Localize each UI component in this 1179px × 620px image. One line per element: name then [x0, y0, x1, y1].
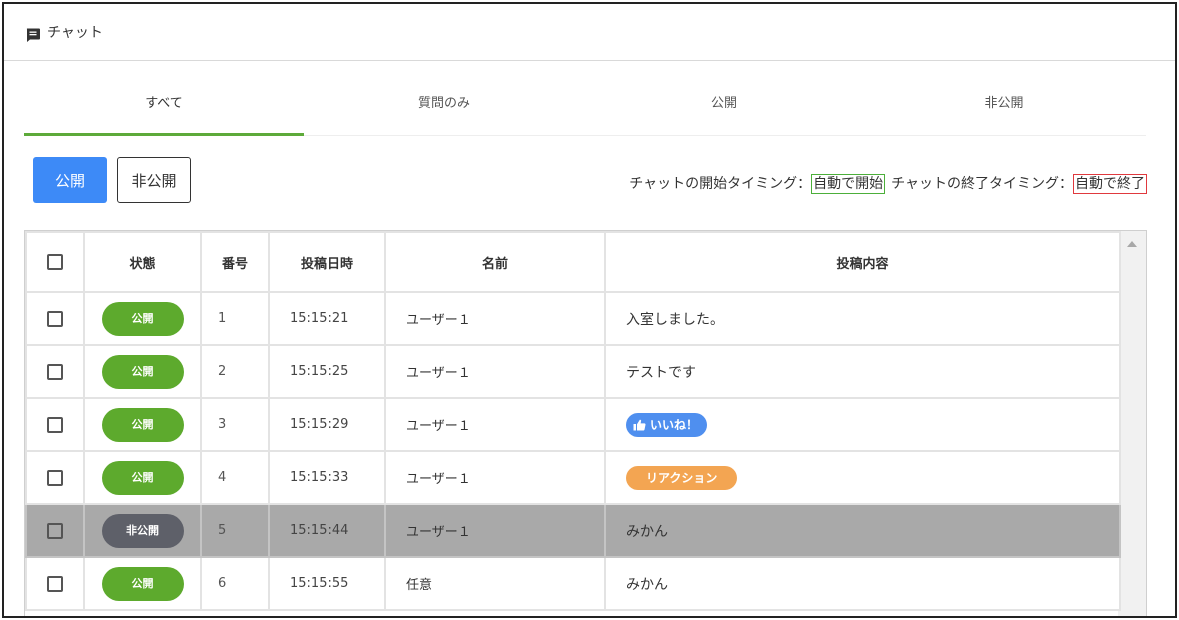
select-all-cell [25, 231, 85, 293]
time-cell: 15:15:21 [268, 291, 386, 346]
column-header-name[interactable]: 名前 [384, 231, 606, 293]
row-checkbox[interactable] [47, 416, 63, 433]
number-cell: 1 [200, 291, 270, 346]
status-toggle-button[interactable]: 非公開 [101, 513, 184, 548]
reaction-badge: リアクション [626, 465, 738, 490]
content-cell: いいね！ [604, 397, 1121, 452]
name-cell: ユーザー１ [384, 344, 606, 399]
scroll-up-arrow-icon[interactable] [1127, 241, 1137, 247]
tab-private[interactable]: 非公開 [864, 82, 1144, 136]
make-public-button[interactable]: 公開 [33, 157, 107, 203]
time-cell: 15:15:25 [268, 344, 386, 399]
state-cell: 非公開 [83, 503, 202, 558]
content-cell: みかん [604, 556, 1121, 611]
row-checkbox[interactable] [47, 522, 63, 539]
table-row[interactable]: 公開 2 15:15:25 ユーザー１ テストです [25, 344, 1121, 399]
number-cell: 5 [200, 503, 270, 558]
content-cell: 入室しました。 [604, 291, 1121, 346]
number-cell: 4 [200, 450, 270, 505]
row-select-cell [25, 450, 85, 505]
message-text: みかん [626, 523, 668, 540]
table-row[interactable]: 公開 1 15:15:21 ユーザー１ 入室しました。 [25, 291, 1121, 346]
name-cell: ユーザー１ [384, 503, 606, 558]
table-row[interactable]: 公開 3 15:15:29 ユーザー１ いいね！ [25, 397, 1121, 452]
panel-header: チャット [4, 4, 1175, 61]
row-select-cell [25, 503, 85, 558]
number-cell: 2 [200, 344, 270, 399]
panel-title: チャット [47, 25, 103, 41]
timing-info: チャットの開始タイミング： 自動で開始 チャットの終了タイミング： 自動で終了 [629, 172, 1147, 196]
row-checkbox[interactable] [47, 575, 63, 592]
start-timing-label: チャットの開始タイミング： [629, 176, 812, 192]
row-select-cell [25, 556, 85, 611]
state-cell: 公開 [83, 344, 202, 399]
end-timing-label: チャットの終了タイミング： [891, 176, 1073, 192]
chat-icon [26, 28, 40, 42]
start-timing-value[interactable]: 自動で開始 [811, 174, 886, 194]
message-text: みかん [626, 576, 668, 593]
number-cell: 3 [200, 397, 270, 452]
name-cell: 任意 [384, 556, 606, 611]
message-text: テストです [626, 364, 696, 381]
table-row[interactable]: 公開 6 15:15:55 任意 みかん [25, 556, 1121, 611]
table-row[interactable]: 非公開 5 15:15:44 ユーザー１ みかん [25, 503, 1121, 558]
state-cell: 公開 [83, 450, 202, 505]
name-cell: ユーザー１ [384, 291, 606, 346]
like-badge: いいね！ [626, 412, 708, 437]
row-checkbox[interactable] [47, 469, 63, 486]
time-cell: 15:15:55 [268, 556, 386, 611]
make-private-button[interactable]: 非公開 [117, 157, 191, 203]
time-cell: 15:15:44 [268, 503, 386, 558]
status-toggle-button[interactable]: 公開 [101, 301, 184, 336]
select-all-checkbox[interactable] [47, 254, 63, 270]
tab-all[interactable]: すべて [24, 82, 304, 136]
name-cell: ユーザー１ [384, 397, 606, 452]
chat-table: 状態 番号 投稿日時 名前 投稿内容 公開 1 15:15:21 ユーザー１ 入室しまし… [25, 231, 1121, 611]
content-cell: みかん [604, 503, 1121, 558]
row-select-cell [25, 397, 85, 452]
row-checkbox[interactable] [47, 310, 63, 327]
tab-questions-only[interactable]: 質問のみ [304, 82, 584, 136]
like-badge-label: いいね！ [650, 418, 699, 432]
end-timing-value[interactable]: 自動で終了 [1073, 174, 1147, 194]
state-cell: 公開 [83, 291, 202, 346]
state-cell: 公開 [83, 397, 202, 452]
column-header-content[interactable]: 投稿内容 [604, 231, 1121, 293]
tab-public[interactable]: 公開 [584, 82, 864, 136]
time-cell: 15:15:29 [268, 397, 386, 452]
state-cell: 公開 [83, 556, 202, 611]
filter-tabs: すべて 質問のみ 公開 非公開 [24, 82, 1146, 136]
vertical-scrollbar[interactable] [1118, 231, 1146, 616]
column-header-state[interactable]: 状態 [83, 231, 202, 293]
time-cell: 15:15:33 [268, 450, 386, 505]
column-header-number[interactable]: 番号 [200, 231, 270, 293]
status-toggle-button[interactable]: 公開 [101, 460, 184, 495]
chat-panel: チャット すべて 質問のみ 公開 非公開 公開 非公開 チャットの開始タイミング… [2, 2, 1177, 618]
name-cell: ユーザー１ [384, 450, 606, 505]
content-cell: リアクション [604, 450, 1121, 505]
chat-table-container: 状態 番号 投稿日時 名前 投稿内容 公開 1 15:15:21 ユーザー１ 入室しまし… [24, 230, 1147, 616]
status-toggle-button[interactable]: 公開 [101, 407, 184, 442]
status-toggle-button[interactable]: 公開 [101, 354, 184, 389]
message-text: 入室しました。 [626, 311, 724, 328]
table-row[interactable]: 公開 4 15:15:33 ユーザー１ リアクション [25, 450, 1121, 505]
column-header-time[interactable]: 投稿日時 [268, 231, 386, 293]
status-toggle-button[interactable]: 公開 [101, 566, 184, 601]
content-cell: テストです [604, 344, 1121, 399]
row-select-cell [25, 291, 85, 346]
thumbs-up-icon [633, 419, 646, 430]
row-checkbox[interactable] [47, 363, 63, 380]
number-cell: 6 [200, 556, 270, 611]
row-select-cell [25, 344, 85, 399]
table-header-row: 状態 番号 投稿日時 名前 投稿内容 [25, 231, 1121, 293]
